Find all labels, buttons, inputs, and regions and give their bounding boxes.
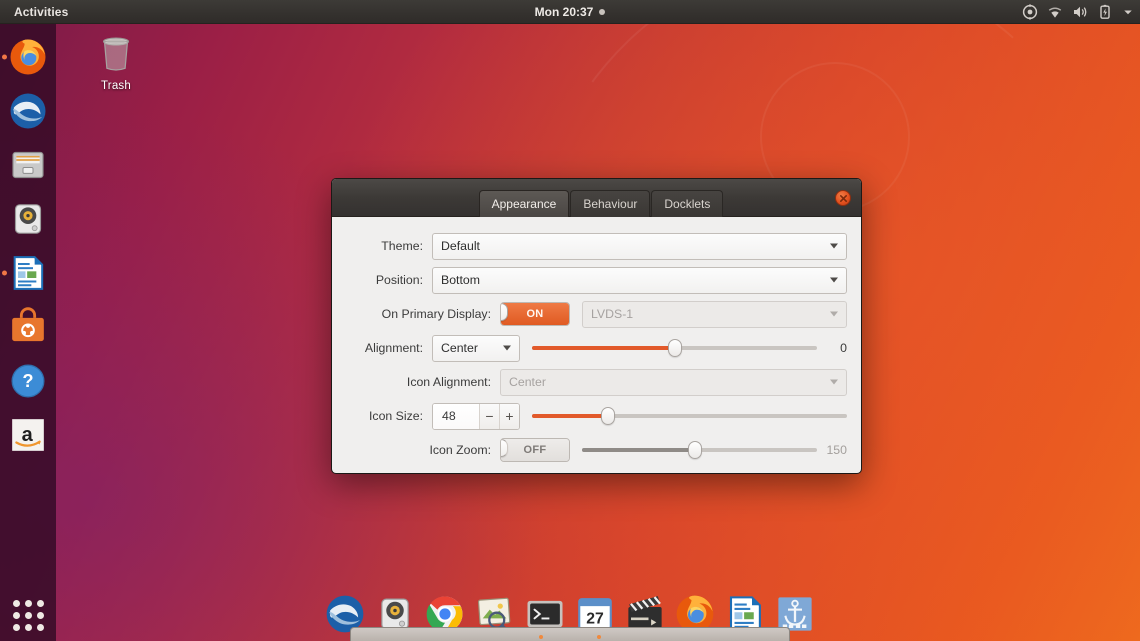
alignment-dropdown[interactable]: Center — [432, 335, 520, 362]
row-position: Position: Bottom — [346, 263, 847, 297]
tab-appearance[interactable]: Appearance — [479, 190, 570, 217]
toggle-on-label: ON — [501, 303, 569, 325]
position-value: Bottom — [441, 273, 480, 287]
amazon-icon: a — [8, 415, 48, 455]
primary-display-label: On Primary Display: — [346, 307, 500, 321]
firefox-icon — [8, 37, 48, 77]
thunderbird-icon — [8, 91, 48, 131]
row-primary-display: On Primary Display: ON LVDS-1 — [346, 297, 847, 331]
slider-fill — [532, 346, 675, 350]
panel-clock[interactable]: Mon 20:37 — [0, 5, 1140, 19]
icon-alignment-value: Center — [509, 375, 546, 389]
launcher-item-thunderbird[interactable] — [0, 84, 56, 138]
trash-label: Trash — [101, 80, 131, 92]
wifi-icon[interactable] — [1047, 4, 1063, 20]
dialog-titlebar: Appearance Behaviour Docklets — [332, 179, 861, 217]
icon-size-decrement-button[interactable]: − — [479, 404, 499, 429]
launcher-item-libreoffice-writer[interactable] — [0, 246, 56, 300]
notification-dot-icon — [599, 9, 605, 15]
dock-runner-indicator-2 — [597, 635, 601, 639]
icon-zoom-toggle[interactable]: OFF — [500, 438, 570, 462]
clock-text: Mon 20:37 — [535, 5, 594, 19]
monitor-dropdown[interactable]: LVDS-1 — [582, 301, 847, 328]
close-button[interactable] — [835, 190, 851, 206]
volume-icon[interactable] — [1072, 4, 1088, 20]
icon-size-increment-button[interactable]: + — [499, 404, 519, 429]
alignment-offset-value: 0 — [817, 341, 847, 355]
settings-circle-icon[interactable] — [1022, 4, 1038, 20]
app-grid-icon — [13, 600, 44, 631]
position-dropdown[interactable]: Bottom — [432, 267, 847, 294]
plank-preferences-dialog: Appearance Behaviour Docklets Theme: Def… — [331, 178, 862, 474]
chevron-down-icon — [503, 346, 511, 351]
appearance-form: Theme: Default Position: Bottom On Prima… — [332, 217, 861, 467]
icon-size-stepper[interactable]: 48 − + — [432, 403, 520, 430]
row-icon-alignment: Icon Alignment: Center — [346, 365, 847, 399]
svg-text:a: a — [22, 424, 34, 446]
monitor-value: LVDS-1 — [591, 307, 633, 321]
alignment-label: Alignment: — [346, 341, 432, 355]
alignment-value: Center — [441, 341, 478, 355]
chevron-down-icon — [830, 312, 838, 317]
chevron-down-icon — [830, 380, 838, 385]
chevron-down-icon[interactable] — [1122, 4, 1134, 20]
row-icon-size: Icon Size: 48 − + — [346, 399, 847, 433]
launcher-item-rhythmbox[interactable] — [0, 192, 56, 246]
libreoffice-writer-icon — [8, 253, 48, 293]
icon-alignment-dropdown[interactable]: Center — [500, 369, 847, 396]
theme-label: Theme: — [346, 239, 432, 253]
icon-alignment-label: Icon Alignment: — [346, 375, 500, 389]
launcher-item-firefox[interactable] — [0, 30, 56, 84]
toggle-off-label: OFF — [501, 439, 569, 461]
slider-knob[interactable] — [668, 339, 682, 357]
launcher-item-help[interactable]: ? — [0, 354, 56, 408]
slider-knob[interactable] — [601, 407, 615, 425]
launcher-item-amazon[interactable]: a — [0, 408, 56, 462]
icon-zoom-label: Icon Zoom: — [346, 443, 500, 457]
rhythmbox-icon — [8, 199, 48, 239]
row-alignment: Alignment: Center 0 — [346, 331, 847, 365]
show-applications-button[interactable] — [0, 589, 56, 641]
primary-display-toggle[interactable]: ON — [500, 302, 570, 326]
theme-value: Default — [441, 239, 480, 253]
row-theme: Theme: Default — [346, 229, 847, 263]
running-indicator-icon — [2, 55, 7, 60]
chevron-down-icon — [830, 244, 838, 249]
launcher-item-ubuntu-software[interactable] — [0, 300, 56, 354]
battery-icon[interactable] — [1097, 4, 1113, 20]
desktop-icon-trash[interactable]: Trash — [84, 30, 148, 92]
dock-runner-indicator — [539, 635, 543, 639]
tab-behaviour[interactable]: Behaviour — [570, 190, 650, 217]
icon-zoom-slider[interactable] — [582, 438, 817, 462]
icon-zoom-value: 150 — [817, 443, 847, 457]
running-indicator-icon — [2, 271, 7, 276]
close-icon — [839, 194, 848, 203]
position-label: Position: — [346, 273, 432, 287]
icon-size-value: 48 — [433, 404, 479, 429]
plank-dock: 27 — [314, 585, 826, 641]
files-icon — [8, 145, 48, 185]
launcher-items: ? a — [0, 24, 56, 462]
row-icon-zoom: Icon Zoom: OFF 150 — [346, 433, 847, 467]
slider-knob[interactable] — [688, 441, 702, 459]
launcher-item-files[interactable] — [0, 138, 56, 192]
theme-dropdown[interactable]: Default — [432, 233, 847, 260]
icon-size-label: Icon Size: — [346, 409, 432, 423]
icon-size-slider[interactable] — [532, 404, 847, 428]
svg-text:?: ? — [22, 370, 33, 391]
slider-fill — [582, 448, 695, 452]
help-icon: ? — [8, 361, 48, 401]
svg-text:27: 27 — [586, 611, 604, 628]
dialog-tabs: Appearance Behaviour Docklets — [469, 179, 725, 216]
trash-icon — [93, 30, 139, 76]
dock-shelf — [350, 627, 790, 641]
left-launcher: ? a — [0, 24, 56, 641]
slider-fill — [532, 414, 608, 418]
ubuntu-software-icon — [8, 307, 48, 347]
system-tray — [1022, 0, 1134, 24]
tab-docklets[interactable]: Docklets — [651, 190, 723, 217]
top-panel: Activities Mon 20:37 — [0, 0, 1140, 24]
alignment-offset-slider[interactable] — [532, 336, 817, 360]
chevron-down-icon — [830, 278, 838, 283]
